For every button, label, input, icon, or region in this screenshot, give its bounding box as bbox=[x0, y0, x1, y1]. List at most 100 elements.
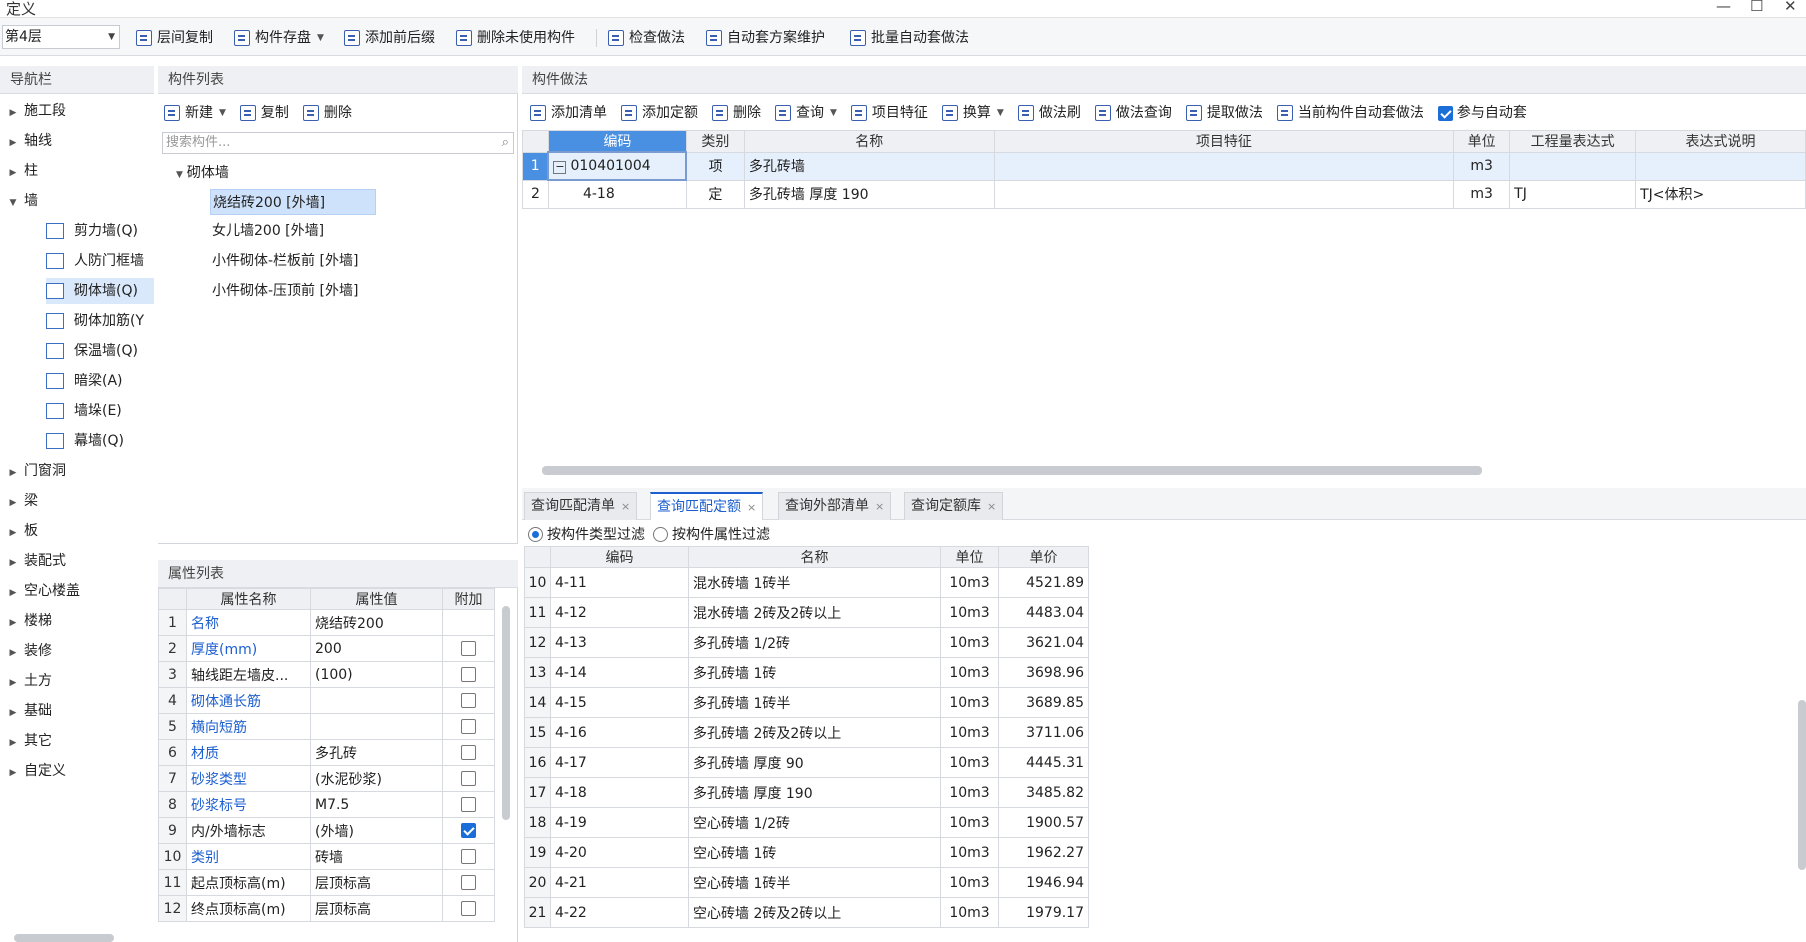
nav-sub-item[interactable]: 人防门框墙 bbox=[46, 248, 154, 274]
property-row[interactable]: 12 终点顶标高(m) 层顶标高 bbox=[158, 895, 495, 922]
checkbox[interactable] bbox=[461, 849, 476, 864]
nav-sub-item[interactable]: 墙垛(E) bbox=[46, 398, 154, 424]
method-tool-button[interactable]: 项目特征 bbox=[850, 102, 928, 124]
checkbox[interactable] bbox=[461, 745, 476, 760]
property-value[interactable] bbox=[310, 687, 443, 714]
method-row[interactable]: 2 4-18 定多孔砖墙 厚度 190 m3 TJ TJ<体积> bbox=[522, 179, 1806, 209]
checkbox[interactable] bbox=[461, 667, 476, 682]
query-row[interactable]: 12 4-13 多孔砖墙 1/2砖 10m3 3621.04 bbox=[524, 627, 1089, 658]
query-tab[interactable]: 查询匹配定额 × bbox=[650, 492, 764, 520]
query-row[interactable]: 16 4-17 多孔砖墙 厚度 90 10m3 4445.31 bbox=[524, 747, 1089, 778]
checkbox-checked[interactable] bbox=[461, 823, 476, 838]
nav-item[interactable]: ▶ 空心楼盖 bbox=[0, 578, 80, 604]
nav-item[interactable]: ▶ 装配式 bbox=[0, 548, 66, 574]
close-tab-icon[interactable]: × bbox=[747, 501, 756, 514]
filter-by-attr-radio[interactable]: 按构件属性过滤 bbox=[653, 524, 770, 544]
filter-by-type-radio[interactable]: 按构件类型过滤 bbox=[528, 524, 645, 544]
property-row[interactable]: 9 内/外墙标志 (外墙) bbox=[158, 817, 495, 844]
query-row[interactable]: 15 4-16 多孔砖墙 2砖及2砖以上 10m3 3711.06 bbox=[524, 717, 1089, 748]
copy-component-button[interactable]: 复制 bbox=[239, 102, 289, 124]
tree-item-selected[interactable]: 烧结砖200 [外墙] bbox=[210, 189, 376, 215]
property-row[interactable]: 11 起点顶标高(m) 层顶标高 bbox=[158, 869, 495, 896]
method-expr[interactable]: TJ bbox=[1509, 179, 1637, 209]
property-row[interactable]: 4 砌体通长筋 bbox=[158, 687, 495, 714]
nav-item[interactable]: ▶ 梁 bbox=[0, 488, 38, 514]
property-row[interactable]: 1 名称 烧结砖200 bbox=[158, 609, 495, 636]
property-value[interactable]: (100) bbox=[310, 661, 443, 688]
tree-group-masonry-wall[interactable]: ▼ 砌体墙 bbox=[176, 160, 229, 186]
nav-item[interactable]: ▶ 其它 bbox=[0, 728, 52, 754]
nav-item[interactable]: ▶ 施工段 bbox=[0, 98, 66, 124]
query-row[interactable]: 20 4-21 空心砖墙 1砖半 10m3 1946.94 bbox=[524, 867, 1089, 898]
query-row[interactable]: 17 4-18 多孔砖墙 厚度 190 10m3 3485.82 bbox=[524, 777, 1089, 808]
nav-item[interactable]: ▶ 楼梯 bbox=[0, 608, 52, 634]
method-name[interactable]: 多孔砖墙 bbox=[743, 151, 995, 181]
method-tool-button[interactable]: 添加清单 bbox=[530, 102, 607, 124]
nav-sub-item[interactable]: 暗梁(A) bbox=[46, 368, 154, 394]
query-tab[interactable]: 查询匹配清单 × bbox=[524, 492, 638, 520]
properties-scrollbar[interactable] bbox=[502, 606, 510, 820]
nav-item[interactable]: ▶ 装修 bbox=[0, 638, 52, 664]
nav-item[interactable]: ▶ 柱 bbox=[0, 158, 38, 184]
method-expr[interactable] bbox=[1509, 151, 1637, 181]
nav-item[interactable]: ▶ 土方 bbox=[0, 668, 52, 694]
checkbox[interactable] bbox=[461, 641, 476, 656]
close-tab-icon[interactable]: × bbox=[875, 500, 884, 513]
query-row[interactable]: 10 4-11 混水砖墙 1砖半 10m3 4521.89 bbox=[524, 567, 1089, 598]
property-row[interactable]: 8 砂浆标号 M7.5 bbox=[158, 791, 495, 818]
query-tab[interactable]: 查询外部清单 × bbox=[778, 492, 892, 520]
method-feature[interactable] bbox=[993, 179, 1455, 209]
nav-sub-item[interactable]: 砌体墙(Q) bbox=[46, 278, 154, 304]
tree-item[interactable]: 小件砌体-栏板前 [外墙] bbox=[212, 248, 358, 274]
property-row[interactable]: 7 砂浆类型 (水泥砂浆) bbox=[158, 765, 495, 792]
property-value[interactable]: 层顶标高 bbox=[310, 869, 443, 896]
method-tool-button[interactable]: 做法查询 bbox=[1094, 102, 1172, 124]
property-value[interactable]: 多孔砖 bbox=[310, 739, 443, 766]
property-value[interactable]: 层顶标高 bbox=[310, 895, 443, 922]
checkbox[interactable] bbox=[461, 771, 476, 786]
batch-auto-button[interactable]: 批量自动套做法 bbox=[850, 27, 969, 49]
property-value[interactable] bbox=[310, 713, 443, 740]
query-row[interactable]: 21 4-22 空心砖墙 2砖及2砖以上 10m3 1979.17 bbox=[524, 897, 1089, 928]
property-value[interactable]: 200 bbox=[310, 635, 443, 662]
query-row[interactable]: 19 4-20 空心砖墙 1砖 10m3 1962.27 bbox=[524, 837, 1089, 868]
method-tool-button[interactable]: 换算 ▼ bbox=[941, 102, 1004, 124]
nav-item[interactable]: ▶ 基础 bbox=[0, 698, 52, 724]
query-row[interactable]: 13 4-14 多孔砖墙 1砖 10m3 3698.96 bbox=[524, 657, 1089, 688]
check-method-button[interactable]: 检查做法 bbox=[608, 27, 685, 49]
query-row[interactable]: 18 4-19 空心砖墙 1/2砖 10m3 1900.57 bbox=[524, 807, 1089, 838]
maximize-button[interactable]: ☐ bbox=[1750, 0, 1763, 15]
method-tool-button[interactable]: 提取做法 bbox=[1185, 102, 1263, 124]
method-row[interactable]: 1−010401004 项多孔砖墙 m3 bbox=[522, 151, 1806, 181]
method-tool-button[interactable]: 删除 bbox=[712, 102, 761, 124]
nav-sub-item[interactable]: 砌体加筋(Y bbox=[46, 308, 154, 334]
nav-sub-item[interactable]: 剪力墙(Q) bbox=[46, 218, 154, 244]
search-input[interactable]: 搜索构件... ⌕ bbox=[162, 132, 514, 154]
nav-item[interactable]: ▶ 板 bbox=[0, 518, 38, 544]
nav-sub-item[interactable]: 幕墙(Q) bbox=[46, 428, 154, 454]
close-tab-icon[interactable]: × bbox=[621, 500, 630, 513]
method-tool-button[interactable]: 当前构件自动套做法 bbox=[1276, 102, 1424, 124]
property-row[interactable]: 2 厚度(mm) 200 bbox=[158, 635, 495, 662]
method-feature[interactable] bbox=[993, 151, 1455, 181]
property-row[interactable]: 10 类别 砖墙 bbox=[158, 843, 495, 870]
query-tab[interactable]: 查询定额库 × bbox=[904, 492, 1004, 520]
method-tool-button[interactable]: 查询 ▼ bbox=[775, 102, 837, 124]
method-code-cell[interactable]: −010401004 bbox=[547, 151, 688, 181]
close-button[interactable]: ✕ bbox=[1784, 0, 1797, 15]
save-component-button[interactable]: 构件存盘 ▼ bbox=[234, 27, 324, 49]
delete-component-button[interactable]: 删除 bbox=[302, 102, 352, 124]
query-scrollbar[interactable] bbox=[1798, 700, 1806, 870]
nav-item[interactable]: ▼ 墙 bbox=[0, 188, 38, 214]
close-tab-icon[interactable]: × bbox=[987, 500, 996, 513]
checkbox[interactable] bbox=[461, 875, 476, 890]
nav-scrollbar[interactable] bbox=[14, 934, 114, 942]
query-row[interactable]: 14 4-15 多孔砖墙 1砖半 10m3 3689.85 bbox=[524, 687, 1089, 718]
nav-item[interactable]: ▶ 自定义 bbox=[0, 758, 66, 784]
auto-scheme-button[interactable]: 自动套方案维护 bbox=[706, 27, 825, 49]
auto-apply-checkbox[interactable]: 参与自动套 bbox=[1437, 102, 1527, 124]
nav-sub-item[interactable]: 保温墙(Q) bbox=[46, 338, 154, 364]
add-prefix-suffix-button[interactable]: 添加前后缀 bbox=[344, 27, 435, 49]
checkbox[interactable] bbox=[461, 719, 476, 734]
property-value[interactable]: 砖墙 bbox=[310, 843, 443, 870]
